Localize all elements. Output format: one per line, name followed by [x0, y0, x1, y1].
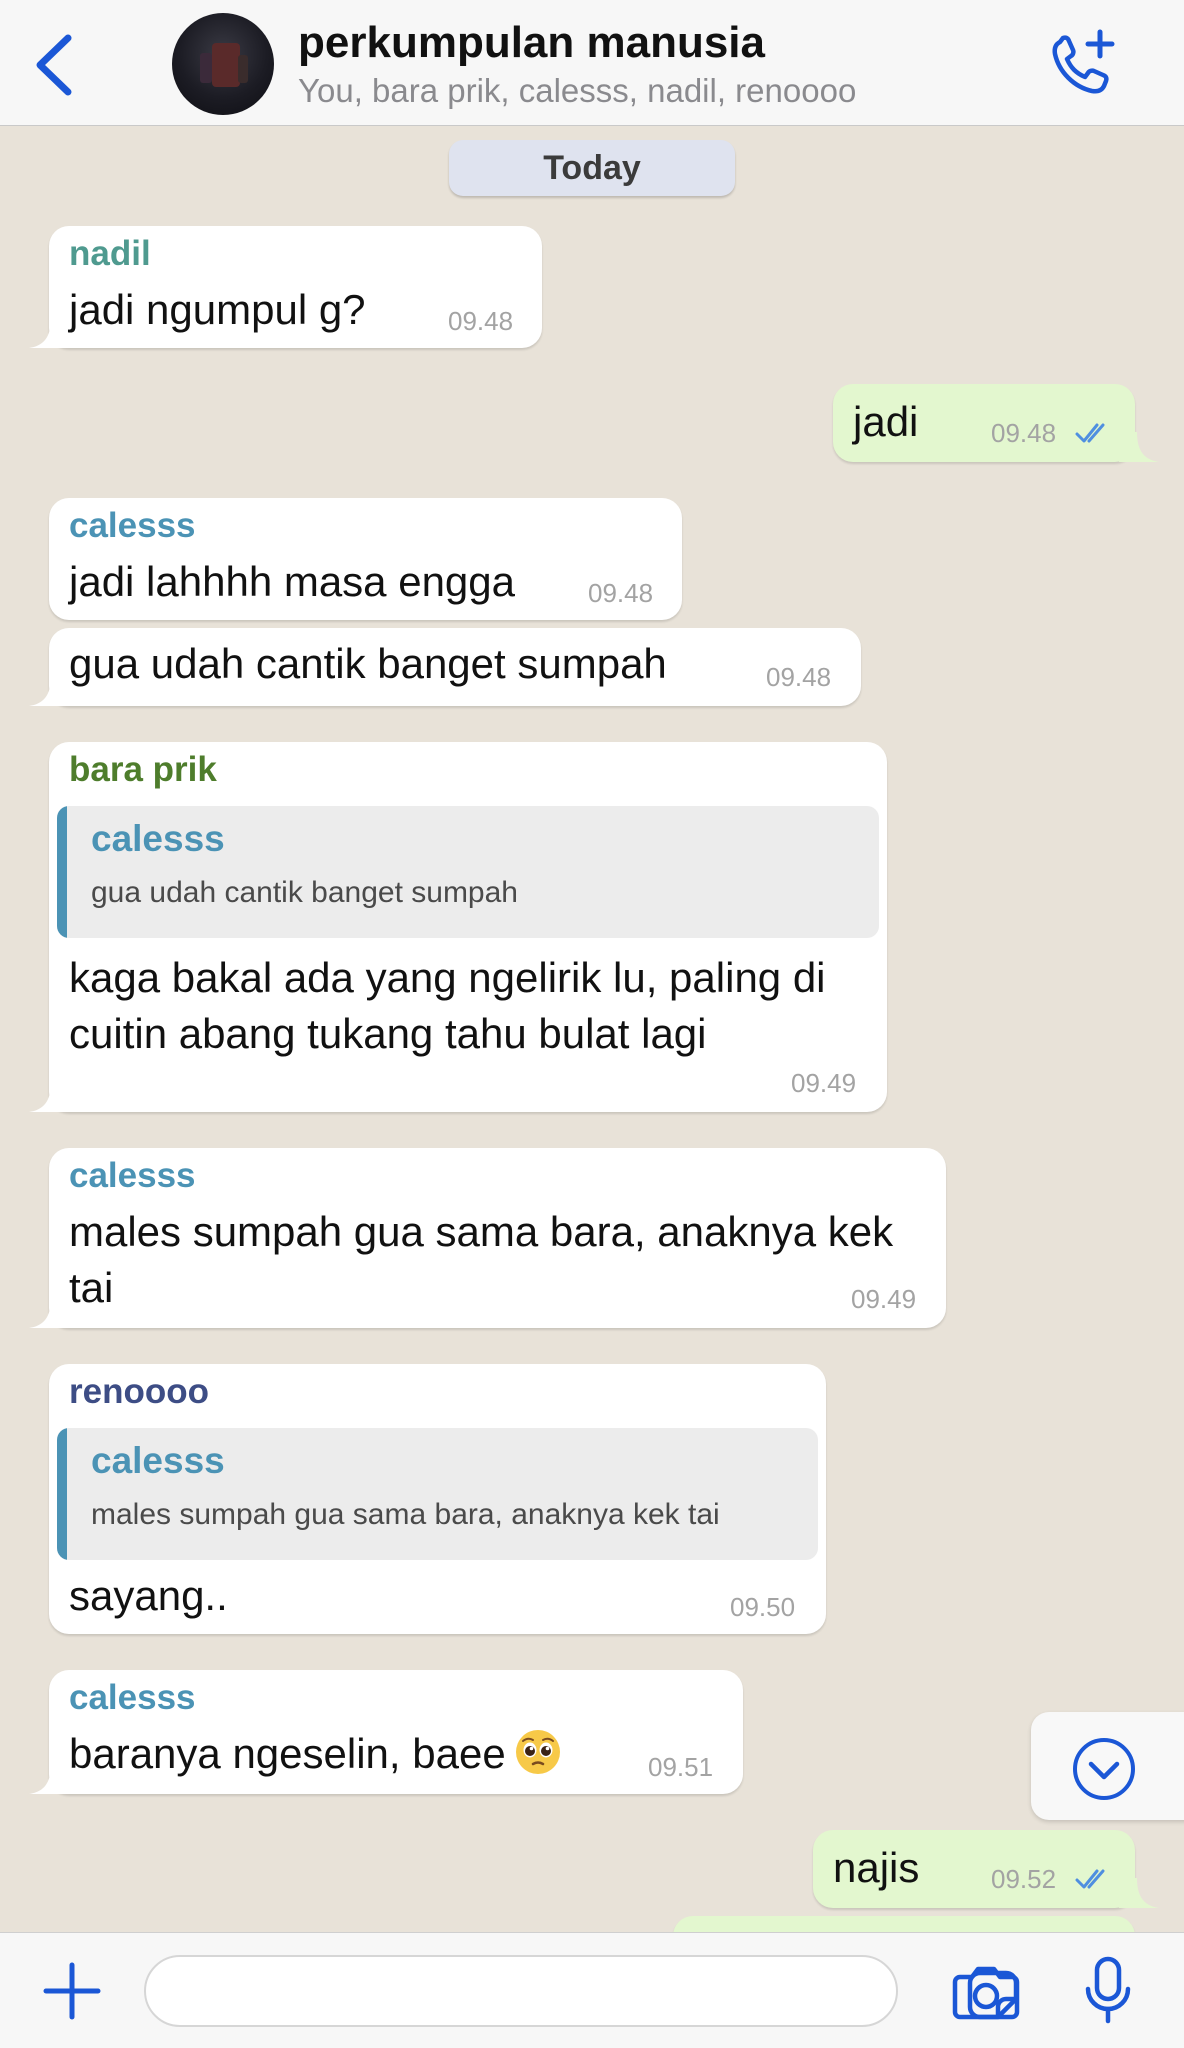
phone-add-icon — [1052, 29, 1115, 94]
message-text-line: males sumpah gua sama bara, anaknya kek — [69, 1208, 894, 1255]
chevron-down-circle-icon — [1073, 1738, 1135, 1800]
attach-button[interactable] — [40, 1959, 104, 2023]
quoted-text: gua udah cantik banget sumpah — [91, 876, 518, 909]
message-bubble-incoming[interactable]: calesss males sumpah gua sama bara, anak… — [29, 1148, 946, 1328]
message-bubble-incoming[interactable]: calesss baranya ngeselin, baee 09.51 — [29, 1670, 743, 1794]
message-time: 09.48 — [448, 306, 514, 336]
quoted-text: males sumpah gua sama bara, anaknya kek … — [91, 1498, 720, 1531]
chat-participants[interactable]: You, bara prik, calesss, nadil, renoooo — [298, 72, 856, 110]
message-bubble-incoming[interactable]: calesss jadi lahhhh masa engga 09.48 — [49, 498, 682, 620]
pleading-face-emoji — [515, 1730, 560, 1774]
message-text-line: kaga bakal ada yang ngelirik lu, paling … — [69, 954, 826, 1001]
sender-name[interactable]: calesss — [69, 506, 196, 546]
message-time: 09.48 — [766, 662, 832, 692]
chat-header: perkumpulan manusia You, bara prik, cale… — [0, 0, 1184, 126]
sender-name[interactable]: renoooo — [69, 1372, 209, 1412]
message-text: gua udah cantik banget sumpah — [69, 640, 667, 687]
message-time: 09.48 — [588, 578, 654, 608]
sender-name[interactable]: bara prik — [69, 750, 217, 790]
read-receipt-icon — [1075, 1869, 1105, 1889]
plus-icon — [43, 1962, 101, 2020]
chat-title[interactable]: perkumpulan manusia — [298, 18, 765, 68]
message-text-line: cuitin abang tukang tahu bulat lagi — [69, 1010, 707, 1057]
message-bubble-outgoing[interactable]: najis 09.52 — [813, 1830, 1159, 1908]
message-text-row: baranya ngeselin, baee — [69, 1726, 562, 1782]
message-time: 09.52 — [991, 1864, 1057, 1894]
message-time: 09.50 — [730, 1592, 796, 1622]
message-time: 09.51 — [648, 1752, 714, 1782]
read-receipt-icon — [1075, 423, 1105, 443]
message-text: jadi lahhhh masa engga — [69, 558, 516, 605]
quoted-sender: calesss — [91, 1440, 225, 1481]
camera-button[interactable] — [952, 1961, 1020, 2021]
quoted-sender: calesss — [91, 818, 225, 859]
message-text-line: tai — [69, 1264, 114, 1311]
message-time: 09.49 — [851, 1284, 917, 1314]
date-separator: Today — [449, 140, 735, 196]
message-bubble-incoming[interactable]: gua udah cantik banget sumpah 09.48 — [29, 628, 861, 706]
scroll-to-bottom-button[interactable] — [1031, 1712, 1184, 1820]
add-call-button[interactable] — [1046, 26, 1120, 100]
message-input[interactable] — [144, 1955, 1019, 2027]
sender-name[interactable]: calesss — [69, 1678, 196, 1718]
sender-name[interactable]: calesss — [69, 1156, 196, 1196]
message-text: baranya ngeselin, baee — [69, 1730, 506, 1777]
camera-icon — [952, 1966, 1020, 2020]
sender-name[interactable]: nadil — [69, 234, 151, 274]
quoted-message[interactable]: calesss gua udah cantik banget sumpah — [57, 806, 879, 938]
message-bubble-outgoing[interactable]: jadi 09.48 — [833, 384, 1159, 462]
back-button[interactable] — [30, 30, 80, 100]
message-bubble-incoming[interactable]: nadil jadi ngumpul g? 09.48 — [29, 226, 542, 348]
chevron-left-icon — [36, 34, 72, 96]
voice-message-button[interactable] — [1080, 1955, 1136, 2027]
message-text: jadi — [853, 398, 919, 445]
message-text: sayang.. — [69, 1572, 228, 1619]
message-text: jadi ngumpul g? — [69, 286, 366, 333]
message-time: 09.49 — [791, 1068, 857, 1098]
message-text: najis — [833, 1844, 920, 1891]
message-bubble-incoming[interactable]: renoooo calesss males sumpah gua sama ba… — [49, 1364, 826, 1634]
quoted-message[interactable]: calesss males sumpah gua sama bara, anak… — [57, 1428, 818, 1560]
message-time: 09.48 — [991, 418, 1057, 448]
message-bubble-incoming[interactable]: bara prik calesss gua udah cantik banget… — [29, 742, 887, 1112]
group-avatar[interactable] — [172, 13, 274, 115]
message-input-bar — [0, 1932, 1184, 2048]
microphone-icon — [1085, 1956, 1131, 2024]
